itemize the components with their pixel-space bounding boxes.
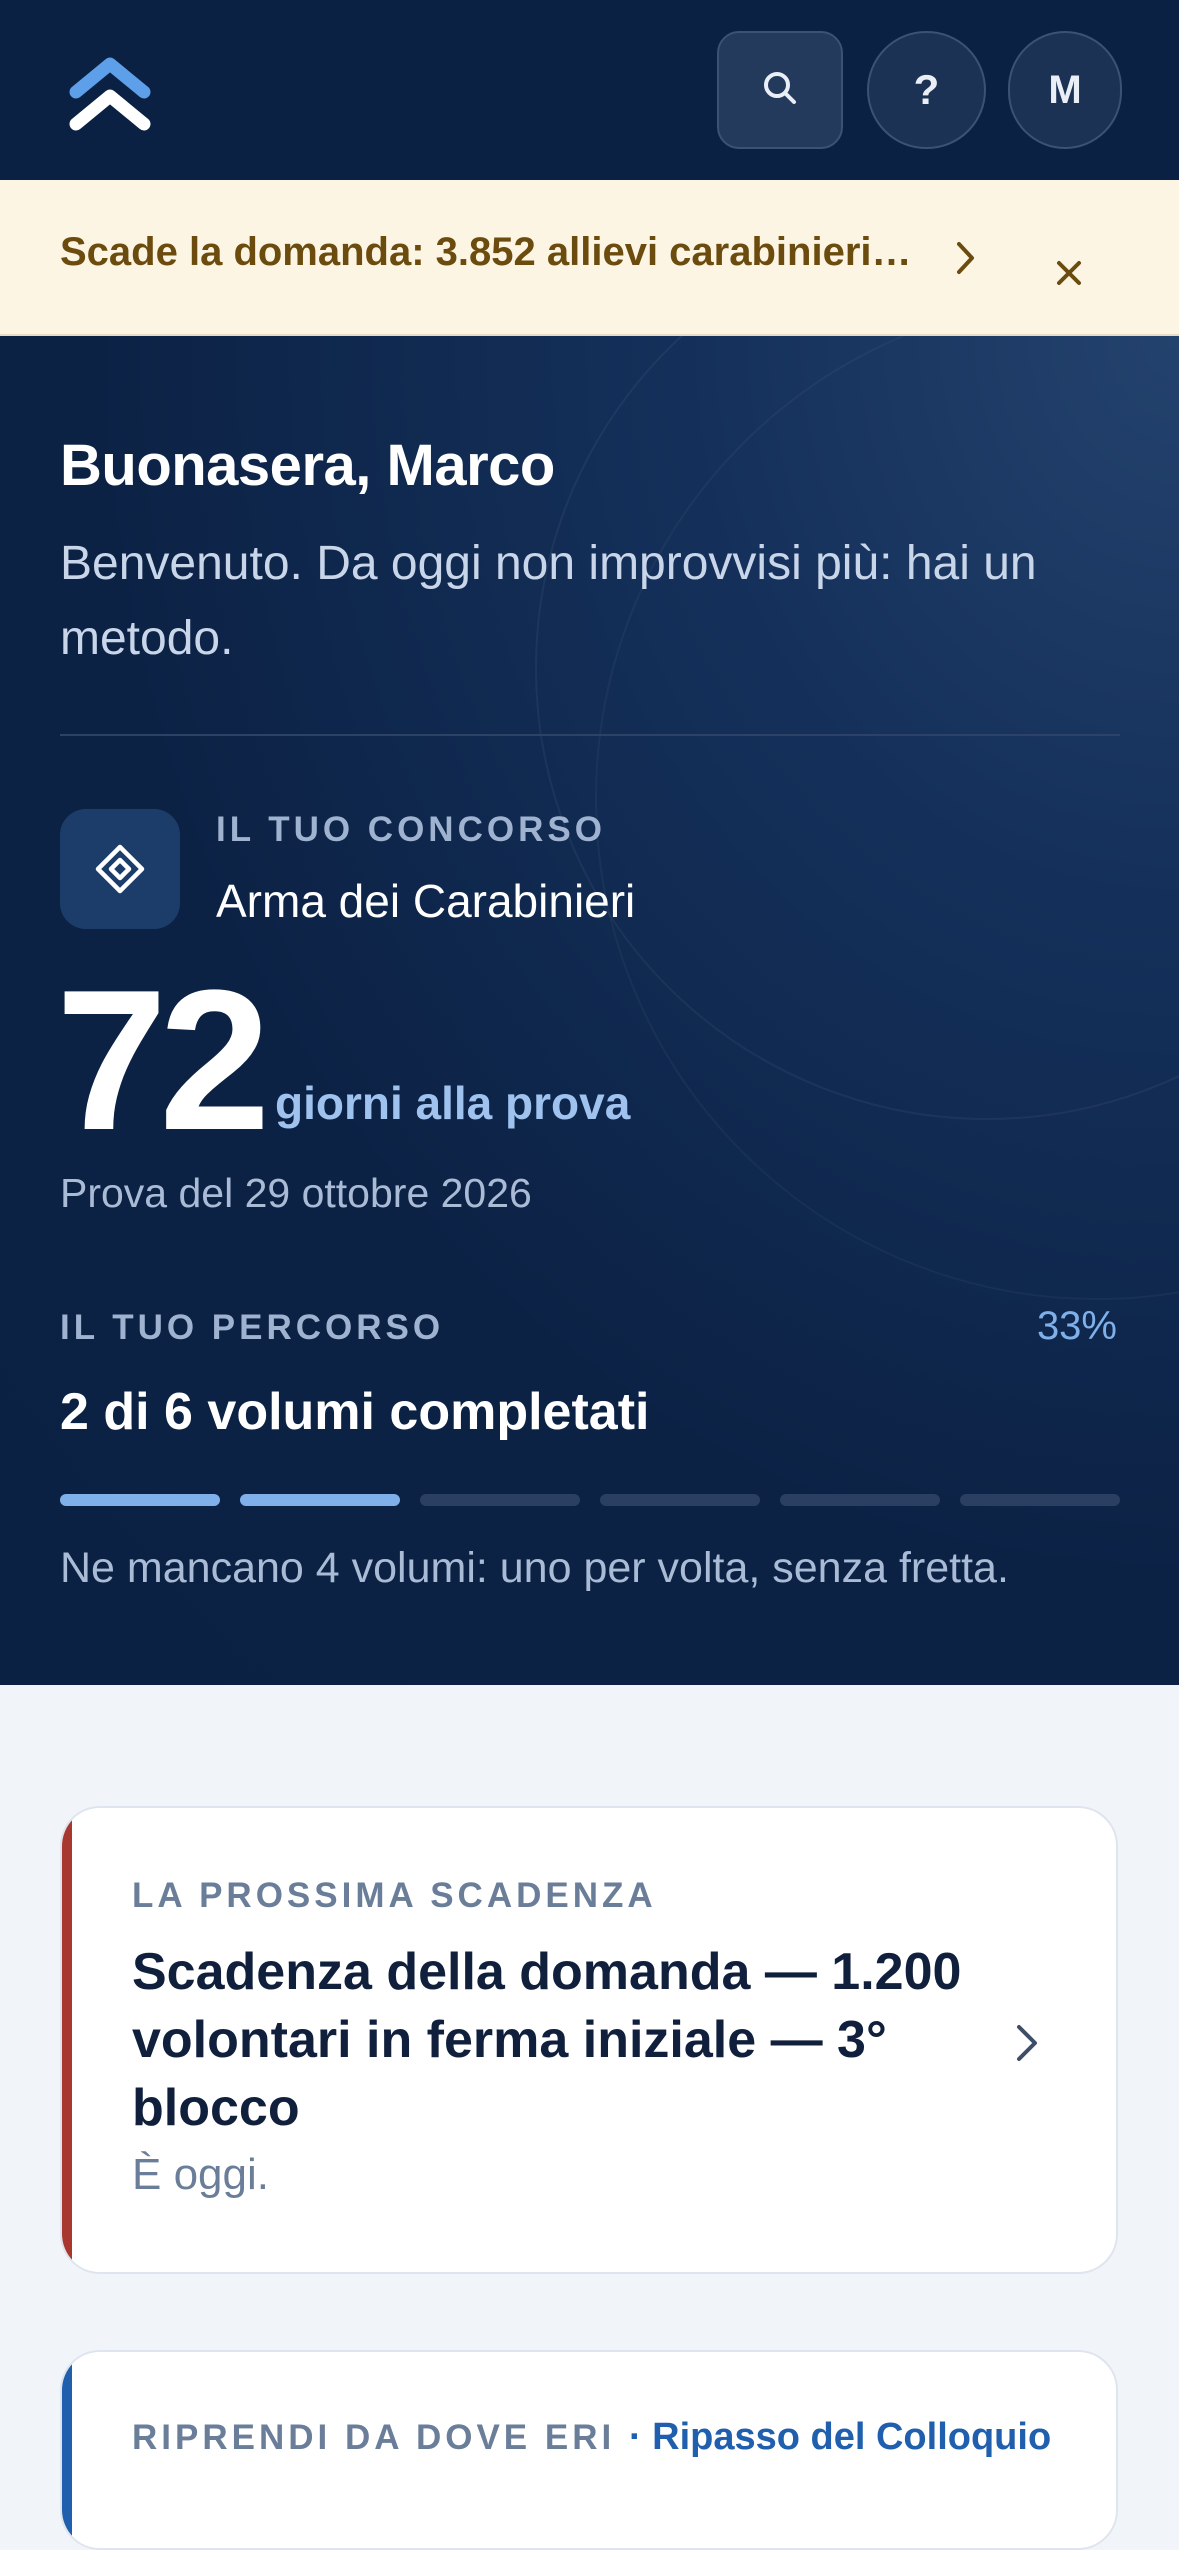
chevrons-up-icon[interactable] (62, 46, 158, 142)
card-label: LA PROSSIMA SCADENZA (132, 1876, 657, 1915)
progress-segment-pending (420, 1494, 580, 1506)
exam-date: Prova del 29 ottobre 2026 (60, 1170, 532, 1216)
contest-name: Arma dei Carabinieri (216, 875, 636, 927)
divider (60, 734, 1120, 736)
top-bar: ? M (0, 0, 1179, 180)
close-banner-button[interactable] (1040, 246, 1098, 304)
card-title: Scadenza della domanda — 1.200 volontari… (132, 1943, 962, 2137)
help-icon: ? (913, 66, 940, 113)
avatar[interactable]: M (1008, 31, 1122, 149)
close-icon (1054, 258, 1084, 293)
chevron-right-icon (1012, 2020, 1042, 2066)
progress-segment-pending (960, 1494, 1120, 1506)
chevron-right-icon (954, 238, 978, 278)
path-status: 2 di 6 volumi completati (60, 1383, 650, 1441)
path-hint: Ne mancano 4 volumi: uno per volta, senz… (60, 1544, 1009, 1592)
next-deadline-card[interactable]: LA PROSSIMA SCADENZA Scadenza della doma… (60, 1806, 1118, 2274)
resume-link[interactable]: · Ripasso del Colloquio (629, 2416, 1051, 2458)
path-label: IL TUO PERCORSO (60, 1308, 445, 1347)
card-accent (62, 2352, 72, 2548)
progress-segment-pending (780, 1494, 940, 1506)
resume-card[interactable]: RIPRENDI DA DOVE ERI · Ripasso del Collo… (60, 2350, 1118, 2550)
deadline-banner[interactable]: Scade la domanda: 3.852 allievi carabini… (0, 180, 1179, 336)
volumes-progress-bar (60, 1494, 1120, 1506)
hero-panel: Buonasera, Marco Benvenuto. Da oggi non … (0, 336, 1179, 1685)
card-subtitle: È oggi. (132, 2150, 269, 2199)
banner-text[interactable]: Scade la domanda: 3.852 allievi carabini… (60, 230, 920, 275)
days-countdown: 72 (56, 949, 270, 1172)
progress-segment-pending (600, 1494, 760, 1506)
avatar-initial: M (1048, 67, 1082, 112)
contest-label: IL TUO CONCORSO (216, 810, 606, 849)
welcome-text: Benvenuto. Da oggi non improvvisi più: h… (60, 537, 1037, 665)
search-button[interactable] (717, 31, 843, 149)
search-icon (760, 68, 800, 113)
days-label: giorni alla prova (275, 1077, 631, 1129)
progress-segment-completed (240, 1494, 400, 1506)
path-percent: 33% (1036, 1304, 1117, 1348)
greeting-title: Buonasera, Marco (60, 433, 555, 498)
card-accent (62, 1808, 72, 2272)
diamond-icon (60, 809, 180, 929)
help-button[interactable]: ? (867, 31, 986, 149)
resume-label-text: RIPRENDI DA DOVE ERI (132, 2418, 616, 2457)
resume-label: RIPRENDI DA DOVE ERI · Ripasso del Collo… (132, 2416, 1051, 2459)
progress-segment-completed (60, 1494, 220, 1506)
